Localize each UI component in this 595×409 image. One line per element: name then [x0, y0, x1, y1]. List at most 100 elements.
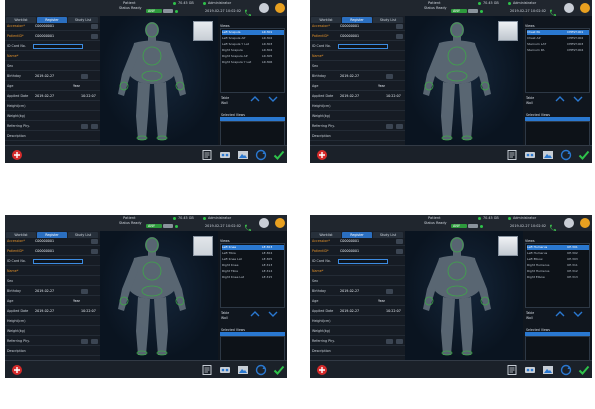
- report-icon[interactable]: [201, 364, 213, 376]
- view-list-item[interactable]: Left Scapula LR.301: [222, 30, 284, 35]
- refresh-icon[interactable]: [255, 364, 267, 376]
- view-list-item[interactable]: Chest AP CHEST.002: [527, 36, 589, 41]
- table-checkbox[interactable]: Table: [526, 311, 534, 315]
- accession-value[interactable]: C00000001: [340, 24, 359, 29]
- views-list[interactable]: Left Knee LE.303 Left Tibia LE.304 Left Knee…: [220, 243, 285, 308]
- phone-icon[interactable]: [243, 218, 253, 231]
- add-red-icon[interactable]: [11, 149, 23, 161]
- birthday-value[interactable]: 2019-02-27: [35, 289, 54, 294]
- view-list-item[interactable]: Right Knee Lat LE.315: [222, 275, 284, 280]
- applied-date-value[interactable]: 2019-02-27: [35, 94, 54, 99]
- table-checkbox[interactable]: Table: [221, 96, 229, 100]
- tape-icon[interactable]: [219, 364, 231, 376]
- view-list-item[interactable]: Left Knee LE.303: [222, 245, 284, 250]
- accession-value[interactable]: C00000001: [35, 239, 54, 244]
- patient-id-lookup-button[interactable]: [396, 249, 403, 254]
- table-checkbox[interactable]: Table: [221, 311, 229, 315]
- refresh-icon[interactable]: [255, 149, 267, 161]
- refresh-icon[interactable]: [560, 364, 572, 376]
- view-list-item[interactable]: Left Scapula Y Lat LR.303: [222, 42, 284, 47]
- view-list-item[interactable]: Right Tibia LE.314: [222, 269, 284, 274]
- applied-date-value[interactable]: 2019-02-27: [340, 309, 359, 314]
- birthday-value[interactable]: 2019-02-27: [35, 74, 54, 79]
- age-unit-select[interactable]: Year: [378, 84, 385, 89]
- referring-edit-button[interactable]: [91, 339, 98, 344]
- power-icon[interactable]: [580, 218, 590, 228]
- referring-edit-button[interactable]: [396, 339, 403, 344]
- table-checkbox[interactable]: Table: [526, 96, 534, 100]
- gear-icon[interactable]: [564, 218, 574, 228]
- age-unit-select[interactable]: Year: [73, 299, 80, 304]
- view-list-item[interactable]: Left Humerus UE.302: [527, 251, 589, 256]
- chevron-up-icon[interactable]: [250, 311, 260, 317]
- referring-edit-button[interactable]: [91, 124, 98, 129]
- birthday-calendar-button[interactable]: [386, 74, 393, 79]
- birthday-value[interactable]: 2019-02-27: [340, 289, 359, 294]
- image-icon[interactable]: [237, 149, 249, 161]
- birthday-calendar-button[interactable]: [81, 289, 88, 294]
- view-list-item[interactable]: Right Knee LE.313: [222, 263, 284, 268]
- check-icon[interactable]: [273, 149, 285, 161]
- patient-id-value[interactable]: C00000001: [340, 34, 359, 39]
- phone-icon[interactable]: [548, 3, 558, 16]
- birthday-value[interactable]: 2019-02-27: [340, 74, 359, 79]
- view-list-item[interactable]: Right Scapula Y Lat LR.306: [222, 60, 284, 65]
- view-list-item[interactable]: Left Tibia LE.304: [222, 251, 284, 256]
- view-list-item[interactable]: Chest PA CHEST.001: [527, 30, 589, 35]
- image-icon[interactable]: [542, 364, 554, 376]
- view-list-item[interactable]: Left Scapula AP LR.302: [222, 36, 284, 41]
- wall-checkbox[interactable]: Wall: [526, 316, 533, 320]
- phone-icon[interactable]: [548, 218, 558, 231]
- power-icon[interactable]: [580, 3, 590, 13]
- image-icon[interactable]: [237, 364, 249, 376]
- applied-time-value[interactable]: 10:22:07: [386, 309, 401, 314]
- accession-lookup-button[interactable]: [91, 24, 98, 29]
- referring-dropdown-button[interactable]: [81, 124, 88, 129]
- id-card-input[interactable]: [33, 44, 83, 49]
- referring-dropdown-button[interactable]: [386, 124, 393, 129]
- accession-lookup-button[interactable]: [396, 239, 403, 244]
- applied-time-value[interactable]: 10:22:07: [386, 94, 401, 99]
- wall-checkbox[interactable]: Wall: [221, 316, 228, 320]
- referring-edit-button[interactable]: [396, 124, 403, 129]
- view-list-item[interactable]: Left Elbow UE.303: [527, 257, 589, 262]
- view-list-item[interactable]: Left Knee Lat LE.305: [222, 257, 284, 262]
- check-icon[interactable]: [578, 149, 590, 161]
- add-red-icon[interactable]: [11, 364, 23, 376]
- patient-id-lookup-button[interactable]: [91, 34, 98, 39]
- applied-date-value[interactable]: 2019-02-27: [35, 309, 54, 314]
- view-list-item[interactable]: Left Humerus UE.301: [527, 245, 589, 250]
- check-icon[interactable]: [273, 364, 285, 376]
- patient-id-lookup-button[interactable]: [396, 34, 403, 39]
- view-list-item[interactable]: Right Humerus UE.312: [527, 269, 589, 274]
- view-list-item[interactable]: Right Scapula AP LR.305: [222, 54, 284, 59]
- accession-value[interactable]: C00000001: [35, 24, 54, 29]
- age-unit-select[interactable]: Year: [73, 84, 80, 89]
- view-list-item[interactable]: Right Elbow UE.313: [527, 275, 589, 280]
- id-card-input[interactable]: [338, 259, 388, 264]
- chevron-down-icon[interactable]: [573, 96, 583, 102]
- report-icon[interactable]: [201, 149, 213, 161]
- birthday-calendar-button[interactable]: [386, 289, 393, 294]
- refresh-icon[interactable]: [560, 149, 572, 161]
- view-list-item[interactable]: Sternum LAT CHEST.003: [527, 42, 589, 47]
- chevron-down-icon[interactable]: [268, 311, 278, 317]
- phone-icon[interactable]: [243, 3, 253, 16]
- chevron-up-icon[interactable]: [555, 311, 565, 317]
- wall-checkbox[interactable]: Wall: [526, 101, 533, 105]
- view-list-item[interactable]: Sternum PA CHEST.004: [527, 48, 589, 53]
- id-card-input[interactable]: [338, 44, 388, 49]
- view-list-item[interactable]: Right Humerus UE.311: [527, 263, 589, 268]
- report-icon[interactable]: [506, 364, 518, 376]
- referring-dropdown-button[interactable]: [386, 339, 393, 344]
- power-icon[interactable]: [275, 218, 285, 228]
- wall-checkbox[interactable]: Wall: [221, 101, 228, 105]
- referring-dropdown-button[interactable]: [81, 339, 88, 344]
- applied-time-value[interactable]: 10:22:07: [81, 94, 96, 99]
- chevron-up-icon[interactable]: [250, 96, 260, 102]
- birthday-calendar-button[interactable]: [81, 74, 88, 79]
- check-icon[interactable]: [578, 364, 590, 376]
- patient-id-lookup-button[interactable]: [91, 249, 98, 254]
- add-red-icon[interactable]: [316, 149, 328, 161]
- views-list[interactable]: Chest PA CHEST.001 Chest AP CHEST.002 Sternu…: [525, 28, 590, 93]
